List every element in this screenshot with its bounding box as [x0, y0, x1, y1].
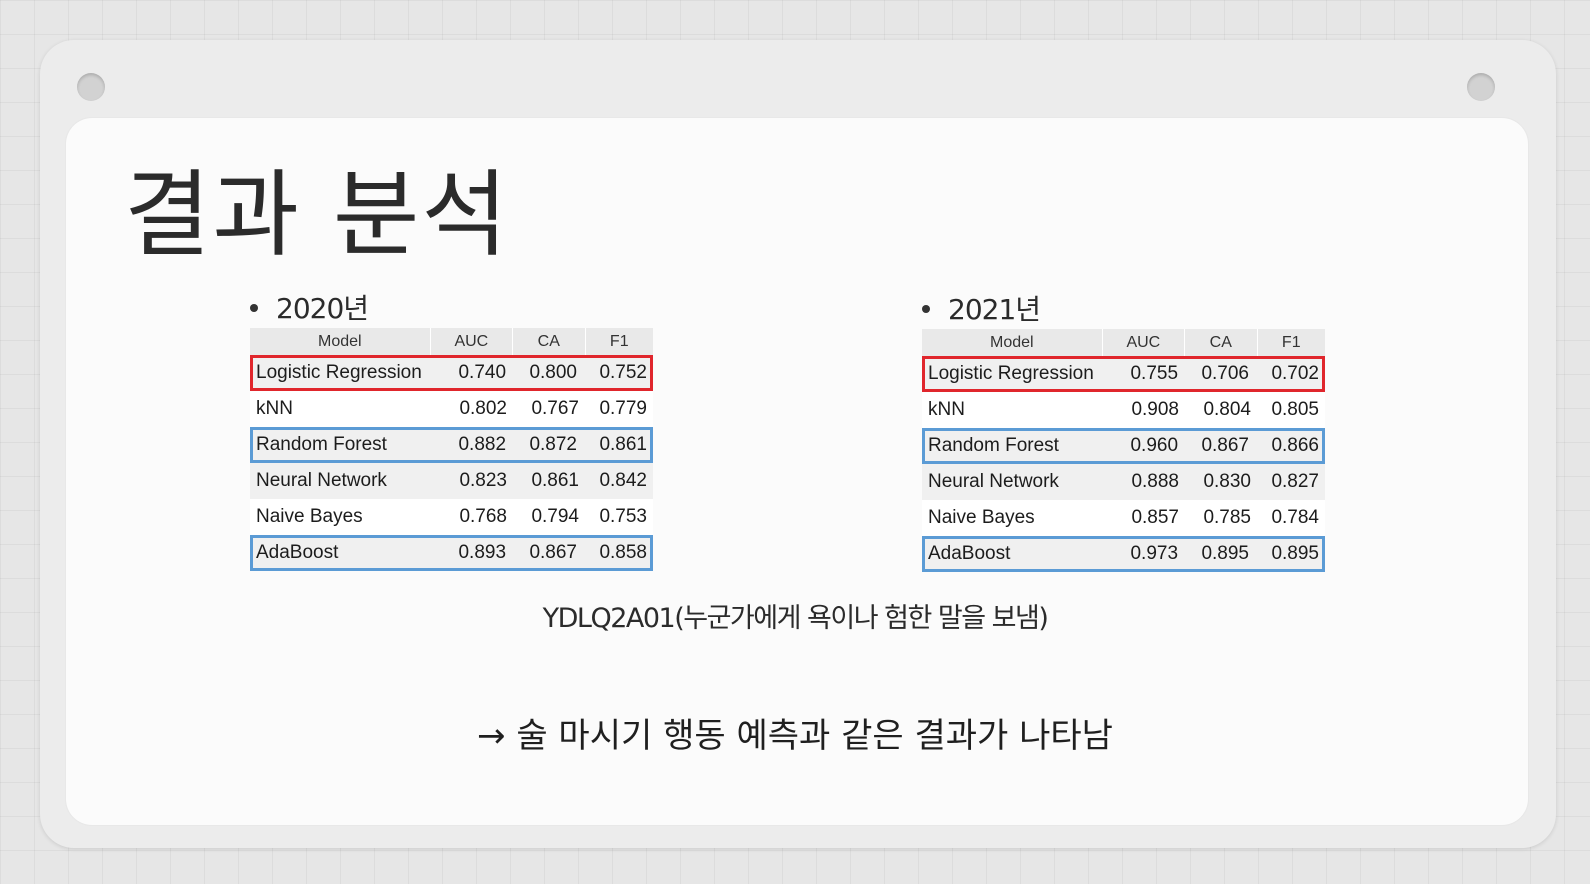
- model-name: Naive Bayes: [928, 507, 1035, 528]
- model-name: Logistic Regression: [928, 363, 1094, 384]
- ca-value: 0.867: [1201, 435, 1249, 456]
- results-table-2020: Model AUC CA F1 Logistic Regression 0.74…: [250, 328, 653, 571]
- ca-value: 0.895: [1201, 543, 1249, 564]
- table-row: AdaBoost 0.973 0.895 0.895: [922, 536, 1325, 572]
- f1-value: 0.805: [1271, 399, 1319, 420]
- table-row: kNN 0.802 0.767 0.779: [250, 391, 653, 427]
- bullet-icon: [922, 305, 930, 313]
- f1-value: 0.752: [599, 362, 647, 383]
- f1-value: 0.784: [1271, 507, 1319, 528]
- table-header: Model AUC CA F1: [922, 329, 1325, 356]
- table-row: Naive Bayes 0.768 0.794 0.753: [250, 499, 653, 535]
- auc-value: 0.823: [459, 470, 507, 491]
- ca-value: 0.872: [529, 434, 577, 455]
- header-f1: F1: [609, 332, 629, 350]
- ca-value: 0.706: [1201, 363, 1249, 384]
- header-model: Model: [922, 329, 1103, 356]
- model-name: AdaBoost: [256, 542, 339, 563]
- year-label-2021: 2021년: [922, 288, 1041, 328]
- model-name: AdaBoost: [928, 543, 1011, 564]
- conclusion-text: → 술 마시기 행동 예측과 같은 결과가 나타남: [477, 716, 1113, 756]
- model-name: Neural Network: [928, 471, 1059, 492]
- ca-value: 0.861: [531, 470, 579, 491]
- auc-value: 0.882: [458, 434, 507, 455]
- auc-value: 0.973: [1130, 543, 1179, 564]
- model-name: Logistic Regression: [256, 362, 422, 383]
- ca-value: 0.794: [531, 506, 579, 527]
- auc-value: 0.893: [458, 542, 507, 563]
- model-name: Random Forest: [928, 435, 1059, 456]
- model-name: Random Forest: [256, 434, 387, 455]
- ca-value: 0.800: [529, 362, 577, 383]
- item-caption: YDLQ2A01(누군가에게 욕이나 험한 말을 보냄): [542, 603, 1049, 634]
- f1-value: 0.827: [1271, 471, 1319, 492]
- table-row: Logistic Regression 0.740 0.800 0.752: [250, 355, 653, 391]
- f1-value: 0.702: [1271, 363, 1319, 384]
- auc-value: 0.857: [1131, 507, 1179, 528]
- table-row: kNN 0.908 0.804 0.805: [922, 392, 1325, 428]
- year-text-2020: 2020년: [276, 292, 369, 325]
- auc-value: 0.768: [459, 506, 507, 527]
- f1-value: 0.895: [1271, 543, 1319, 564]
- f1-value: 0.753: [599, 506, 647, 527]
- auc-value: 0.908: [1131, 399, 1179, 420]
- f1-value: 0.866: [1271, 435, 1319, 456]
- f1-value: 0.842: [599, 470, 647, 491]
- model-name: kNN: [256, 398, 293, 419]
- f1-value: 0.779: [599, 398, 647, 419]
- year-label-2020: 2020년: [250, 287, 369, 327]
- header-f1: F1: [1281, 333, 1301, 351]
- table-row: Neural Network 0.823 0.861 0.842: [250, 463, 653, 499]
- bullet-icon: [250, 304, 258, 312]
- header-ca: CA: [513, 328, 586, 355]
- binder-hole-left: [77, 73, 105, 101]
- table-row: Random Forest 0.882 0.872 0.861: [250, 427, 653, 463]
- header-auc: AUC: [1103, 329, 1186, 356]
- f1-value: 0.858: [599, 542, 647, 563]
- auc-value: 0.740: [458, 362, 507, 383]
- model-name: Neural Network: [256, 470, 387, 491]
- ca-value: 0.785: [1203, 507, 1251, 528]
- model-name: kNN: [928, 399, 965, 420]
- auc-value: 0.960: [1130, 435, 1179, 456]
- table-row: Logistic Regression 0.755 0.706 0.702: [922, 356, 1325, 392]
- table-row: Neural Network 0.888 0.830 0.827: [922, 464, 1325, 500]
- ca-value: 0.867: [529, 542, 577, 563]
- ca-value: 0.767: [531, 398, 579, 419]
- table-row: Random Forest 0.960 0.867 0.866: [922, 428, 1325, 464]
- auc-value: 0.888: [1131, 471, 1179, 492]
- ca-value: 0.830: [1203, 471, 1251, 492]
- header-ca: CA: [1185, 329, 1258, 356]
- year-text-2021: 2021년: [948, 293, 1041, 326]
- header-auc: AUC: [431, 328, 514, 355]
- table-row: AdaBoost 0.893 0.867 0.858: [250, 535, 653, 571]
- header-model: Model: [250, 328, 431, 355]
- auc-value: 0.802: [459, 398, 507, 419]
- binder-hole-right: [1467, 73, 1495, 101]
- table-header: Model AUC CA F1: [250, 328, 653, 355]
- slide-title: 결과 분석: [124, 161, 510, 270]
- auc-value: 0.755: [1130, 363, 1179, 384]
- results-table-2021: Model AUC CA F1 Logistic Regression 0.75…: [922, 329, 1325, 572]
- f1-value: 0.861: [599, 434, 647, 455]
- model-name: Naive Bayes: [256, 506, 363, 527]
- ca-value: 0.804: [1203, 399, 1251, 420]
- table-row: Naive Bayes 0.857 0.785 0.784: [922, 500, 1325, 536]
